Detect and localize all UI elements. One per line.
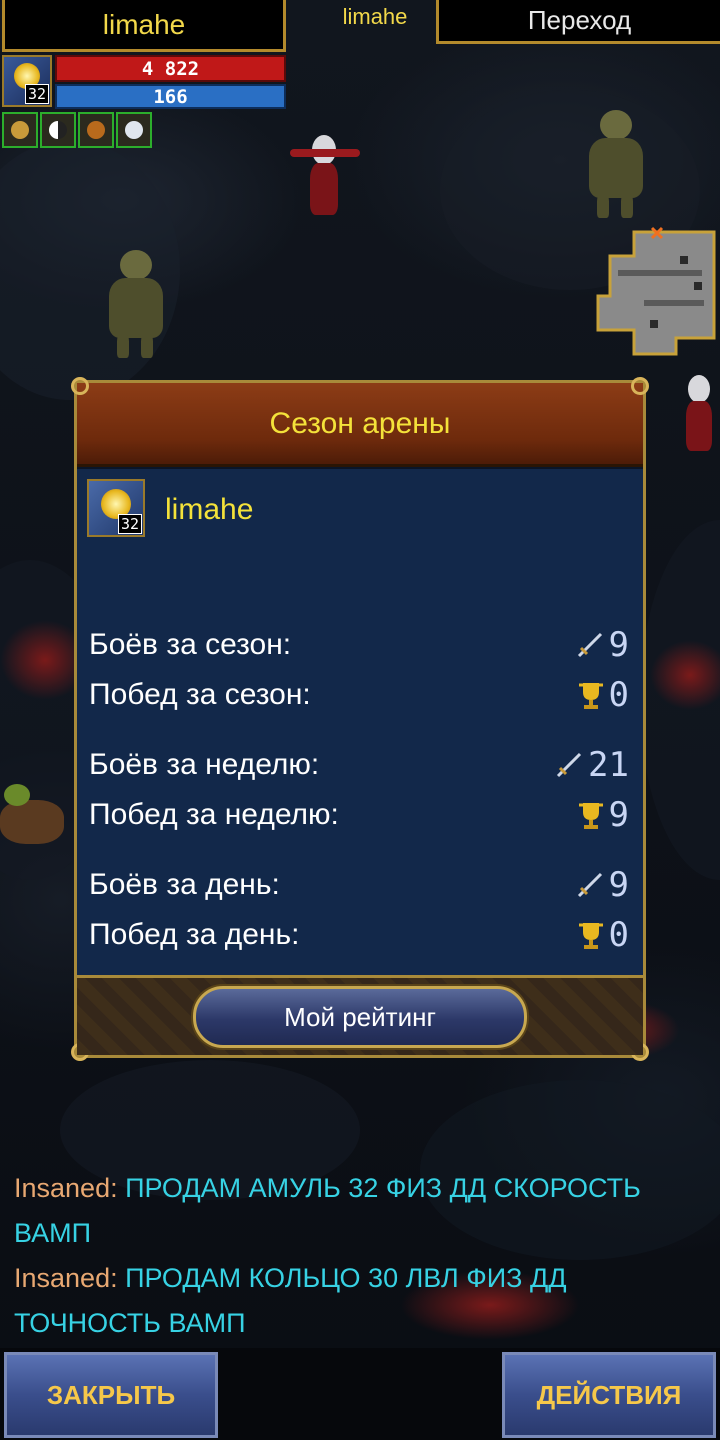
chat-message[interactable]: Insaned: ПРОДАМ АМУЛЬ 32 ФИЗ ДД СКОРОСТЬ… bbox=[14, 1166, 704, 1256]
actions-label: ДЕЙСТВИЯ bbox=[536, 1379, 682, 1410]
my-rating-label: Мой рейтинг bbox=[284, 1001, 436, 1032]
player-avatar[interactable]: 32 bbox=[2, 55, 52, 107]
stat-label: Побед за день: bbox=[89, 918, 300, 951]
level-badge: 32 bbox=[24, 84, 49, 104]
stat-label: Побед за сезон: bbox=[89, 678, 311, 711]
stat-value: 9 bbox=[608, 795, 629, 835]
golem-mob[interactable] bbox=[575, 110, 655, 220]
stat-row-week-wins: Побед за неделю: 9 bbox=[89, 795, 629, 835]
sword-icon bbox=[577, 632, 602, 658]
portrait-level: 32 bbox=[117, 514, 142, 534]
sword-icon bbox=[577, 872, 602, 898]
player-name-box[interactable]: limahe bbox=[2, 0, 286, 52]
vampire-npc[interactable] bbox=[290, 135, 360, 220]
stat-row-day-battles: Боёв за день: 9 bbox=[89, 865, 629, 905]
stat-row-season-battles: Боёв за сезон: 9 bbox=[89, 625, 629, 665]
mp-value: 166 bbox=[153, 85, 188, 108]
beast-buff-icon[interactable] bbox=[78, 112, 114, 148]
minimap[interactable] bbox=[594, 226, 720, 360]
close-button[interactable]: ЗАКРЫТЬ bbox=[4, 1352, 218, 1438]
close-label: ЗАКРЫТЬ bbox=[46, 1379, 176, 1410]
sword-icon bbox=[556, 752, 582, 778]
dialog-header: Сезон арены bbox=[77, 383, 643, 467]
my-rating-button[interactable]: Мой рейтинг bbox=[193, 986, 527, 1048]
corner-ornament bbox=[631, 377, 649, 395]
stat-label: Побед за неделю: bbox=[89, 798, 339, 831]
dialog-title: Сезон арены bbox=[269, 406, 451, 440]
trophy-icon bbox=[578, 683, 603, 709]
stat-value: 21 bbox=[588, 745, 629, 785]
trophy-icon bbox=[578, 803, 603, 829]
arena-season-dialog: Сезон арены 32 limahe Боёв за сезон: 9 П… bbox=[71, 377, 649, 1061]
chat-sender[interactable]: Insaned: bbox=[14, 1263, 118, 1293]
stat-label: Боёв за день: bbox=[89, 868, 280, 901]
corner-ornament bbox=[71, 377, 89, 395]
dialog-player-name: limahe bbox=[165, 493, 254, 526]
target-name: limahe bbox=[342, 4, 408, 29]
chat-log: Insaned: ПРОДАМ АМУЛЬ 32 ФИЗ ДД СКОРОСТЬ… bbox=[14, 1166, 704, 1346]
chat-sender[interactable]: Insaned: bbox=[14, 1173, 118, 1203]
hp-value: 4 822 bbox=[141, 57, 200, 80]
wolf-buff-icon[interactable] bbox=[116, 112, 152, 148]
mp-bar: 166 bbox=[55, 84, 286, 109]
vampire-npc[interactable] bbox=[670, 375, 720, 455]
stat-row-week-battles: Боёв за неделю: 21 bbox=[89, 745, 629, 785]
stat-value: 9 bbox=[608, 865, 629, 905]
red-foliage bbox=[650, 640, 720, 710]
stat-label: Боёв за сезон: bbox=[89, 628, 292, 661]
dialog-footer: Мой рейтинг bbox=[77, 975, 643, 1055]
shield-buff-icon[interactable] bbox=[2, 112, 38, 148]
stat-row-day-wins: Побед за день: 0 bbox=[89, 915, 629, 955]
hp-bar: 4 822 bbox=[55, 55, 286, 82]
buff-bar bbox=[2, 112, 152, 148]
actions-button[interactable]: ДЕЙСТВИЯ bbox=[502, 1352, 716, 1438]
chat-message[interactable]: Insaned: ПРОДАМ КОЛЬЦО 30 ЛВЛ ФИЗ ДД ТОЧ… bbox=[14, 1256, 704, 1346]
player-name: limahe bbox=[102, 8, 186, 40]
golem-mob[interactable] bbox=[95, 250, 175, 360]
goto-label: Переход bbox=[527, 5, 632, 35]
stat-row-season-wins: Побед за сезон: 0 bbox=[89, 675, 629, 715]
dialog-body: 32 limahe Боёв за сезон: 9 Побед за сезо… bbox=[77, 467, 643, 975]
stat-label: Боёв за неделю: bbox=[89, 748, 320, 781]
player-portrait: 32 bbox=[87, 479, 145, 537]
goto-button[interactable]: Переход bbox=[436, 0, 720, 44]
stat-value: 9 bbox=[608, 625, 629, 665]
trophy-icon bbox=[578, 923, 603, 949]
yin-yang-buff-icon[interactable] bbox=[40, 112, 76, 148]
stat-value: 0 bbox=[608, 915, 629, 955]
beast-mob[interactable] bbox=[0, 780, 70, 850]
stat-value: 0 bbox=[608, 675, 629, 715]
